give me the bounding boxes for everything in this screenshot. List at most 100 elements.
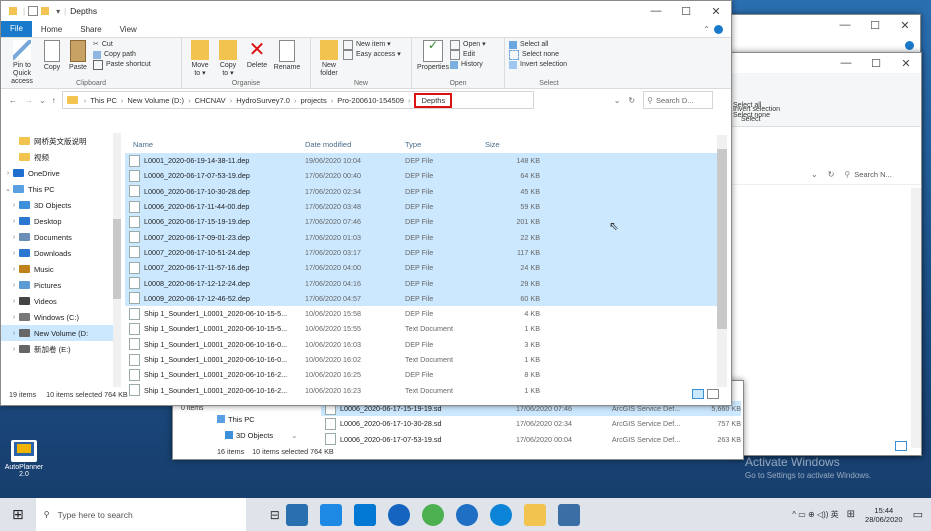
recent-dropdown-icon[interactable]: ⌄ [39, 96, 46, 105]
nav-item[interactable]: › 新加卷 (E:) [1, 341, 121, 357]
select-all-button[interactable]: Select all [509, 40, 589, 50]
nav-3d-objects[interactable]: 3D Objects ⌄ [217, 427, 307, 443]
table-row[interactable]: L0007_2020-06-17-09-01-23.dep 17/06/2020 … [125, 229, 721, 245]
taskbar-search-box[interactable]: ⚲ Type here to search [35, 498, 246, 531]
forward-arrow-icon[interactable]: → [25, 96, 33, 105]
tab-home[interactable]: Home [32, 25, 71, 34]
collapse-ribbon-icon[interactable]: ⌃ [703, 25, 710, 34]
back-arrow-icon[interactable]: ← [9, 96, 17, 105]
breadcrumb-chcnav[interactable]: CHCNAV [195, 96, 226, 105]
nav-item[interactable]: › Music [1, 261, 121, 277]
chevron-right-icon[interactable]: › [9, 250, 19, 257]
taskbar-search-input[interactable]: Type here to search [58, 510, 133, 520]
new-folder-quick-icon[interactable] [41, 7, 50, 15]
table-row[interactable]: L0009_2020-06-17-12-46-52.dep 17/06/2020 … [125, 290, 721, 306]
maximize-icon[interactable]: ☐ [860, 19, 890, 32]
nav-item[interactable]: 视频 [1, 149, 121, 165]
task-view-icon[interactable]: ⊟ [270, 508, 280, 522]
search-box[interactable]: ⚲ Search D... [643, 91, 714, 109]
nav-item[interactable]: › Desktop [1, 213, 121, 229]
chevron-right-icon[interactable]: › [3, 170, 13, 177]
chevron-right-icon[interactable]: › [9, 314, 19, 321]
address-dropdown-icon[interactable]: ⌄ [614, 96, 621, 105]
chevron-right-icon[interactable]: › [9, 234, 19, 241]
rename-button[interactable]: Rename [274, 40, 300, 78]
browser-taskbar-icon[interactable] [387, 503, 410, 526]
autoplanner-taskbar-icon[interactable] [557, 503, 580, 526]
close-icon[interactable]: ✕ [701, 5, 731, 18]
edge-taskbar-icon[interactable] [489, 503, 512, 526]
clock[interactable]: 15:44 28/06/2020 [865, 506, 903, 524]
explorer-taskbar-icon[interactable] [523, 503, 546, 526]
tab-view[interactable]: View [111, 25, 146, 34]
column-type[interactable]: Type [405, 140, 485, 149]
select-none-button[interactable]: Select none [509, 50, 589, 60]
history-button[interactable]: History [450, 60, 486, 70]
minimize-icon[interactable]: — [641, 5, 671, 17]
address-bar[interactable]: › This PC › New Volume (D:) › CHCNAV › Hydr… [61, 91, 534, 109]
nav-item[interactable]: › Pictures [1, 277, 121, 293]
up-arrow-icon[interactable]: ↑ [52, 96, 56, 105]
app-taskbar-icon[interactable] [285, 503, 308, 526]
quick-access-dropdown-icon[interactable]: ▾ [56, 7, 60, 16]
table-row[interactable]: L0008_2020-06-17-12-12-24.dep 17/06/2020 … [125, 275, 721, 291]
properties-quick-icon[interactable] [28, 6, 39, 16]
desktop-shortcut-autoplanner[interactable]: AutoPlanner 2.0 [4, 440, 44, 478]
chevron-down-icon[interactable]: ⌄ [3, 185, 13, 193]
store-taskbar-icon[interactable] [319, 503, 342, 526]
nav-item[interactable]: › Downloads [1, 245, 121, 261]
breadcrumb-hydrosurvey[interactable]: HydroSurvey7.0 [236, 96, 290, 105]
chevron-right-icon[interactable]: › [9, 346, 19, 353]
search-input[interactable]: Search N... [854, 170, 892, 179]
system-tray[interactable]: ^ ▭ ⊕ ◁)) 英 [792, 509, 838, 520]
breadcrumb-project[interactable]: Pro-200610-154509 [337, 96, 404, 105]
easy-access-button[interactable]: Easy access ▾ [343, 50, 401, 60]
chevron-down-icon[interactable]: ⌄ [291, 431, 297, 440]
list-item[interactable]: L0006_2020-06-17-10-30-28.sd 17/06/2020 … [321, 416, 741, 431]
edit-button[interactable]: Edit [450, 50, 486, 60]
nav-item[interactable]: › New Volume (D: [1, 325, 121, 341]
table-row[interactable]: Ship 1_Sounder1_L0001_2020-06-10-16-0...… [125, 352, 721, 367]
table-row[interactable]: L0006_2020-06-17-07-53-19.dep 17/06/2020 … [125, 168, 721, 184]
table-row[interactable]: Ship 1_Sounder1_L0001_2020-06-10-15-5...… [125, 306, 721, 321]
table-row[interactable]: L0007_2020-06-17-10-51-24.dep 17/06/2020 … [125, 244, 721, 261]
refresh-icon[interactable]: ↻ [628, 96, 635, 105]
nav-item[interactable]: › Documents [1, 229, 121, 245]
invert-selection-button[interactable]: Invert selection [509, 60, 589, 70]
ie-taskbar-icon[interactable] [455, 503, 478, 526]
vertical-scrollbar[interactable] [911, 188, 921, 448]
chevron-down-icon[interactable]: ⌄ [811, 170, 818, 179]
table-row[interactable]: L0006_2020-06-17-15-19-19.dep 17/06/2020 … [125, 214, 721, 230]
large-icons-view-icon[interactable] [707, 389, 719, 399]
minimize-icon[interactable]: — [831, 57, 861, 69]
nav-this-pc[interactable]: This PC [217, 411, 307, 427]
new-folder-button[interactable]: New folder [317, 40, 341, 78]
help-icon[interactable] [714, 24, 723, 34]
column-name[interactable]: Name [125, 140, 305, 149]
chevron-right-icon[interactable]: › [9, 298, 19, 305]
nav-item[interactable]: › OneDrive [1, 165, 121, 181]
table-row[interactable]: Ship 1_Sounder1_L0001_2020-06-10-15-5...… [125, 321, 721, 336]
list-item[interactable]: L0006_2020-06-17-07-53-19.sd 17/06/2020 … [321, 432, 741, 447]
close-icon[interactable]: ✕ [891, 57, 921, 70]
breadcrumb-projects[interactable]: projects [300, 96, 326, 105]
help-icon[interactable] [905, 41, 914, 52]
search-input[interactable]: Search D... [656, 96, 694, 105]
paste-shortcut-button[interactable]: Paste shortcut [93, 60, 151, 70]
copy-to-button[interactable]: Copy to ▾ [216, 40, 240, 78]
breadcrumb-this-pc[interactable]: This PC [90, 96, 117, 105]
notification-icon[interactable]: ▭ [913, 508, 923, 521]
table-row[interactable]: Ship 1_Sounder1_L0001_2020-06-10-16-2...… [125, 367, 721, 382]
mail-taskbar-icon[interactable] [353, 503, 376, 526]
maximize-icon[interactable]: ☐ [861, 57, 891, 70]
nav-scrollbar[interactable] [113, 133, 121, 387]
nav-item[interactable]: › 3D Objects [1, 197, 121, 213]
chevron-right-icon[interactable]: › [9, 330, 19, 337]
column-size[interactable]: Size [485, 140, 540, 149]
chrome-taskbar-icon[interactable] [421, 503, 444, 526]
copy-path-button[interactable]: Copy path [93, 50, 151, 60]
tab-file[interactable]: File [1, 21, 32, 37]
input-mode-icon[interactable]: ⊞ [847, 509, 855, 520]
tab-share[interactable]: Share [71, 25, 110, 34]
close-icon[interactable]: ✕ [890, 19, 920, 32]
